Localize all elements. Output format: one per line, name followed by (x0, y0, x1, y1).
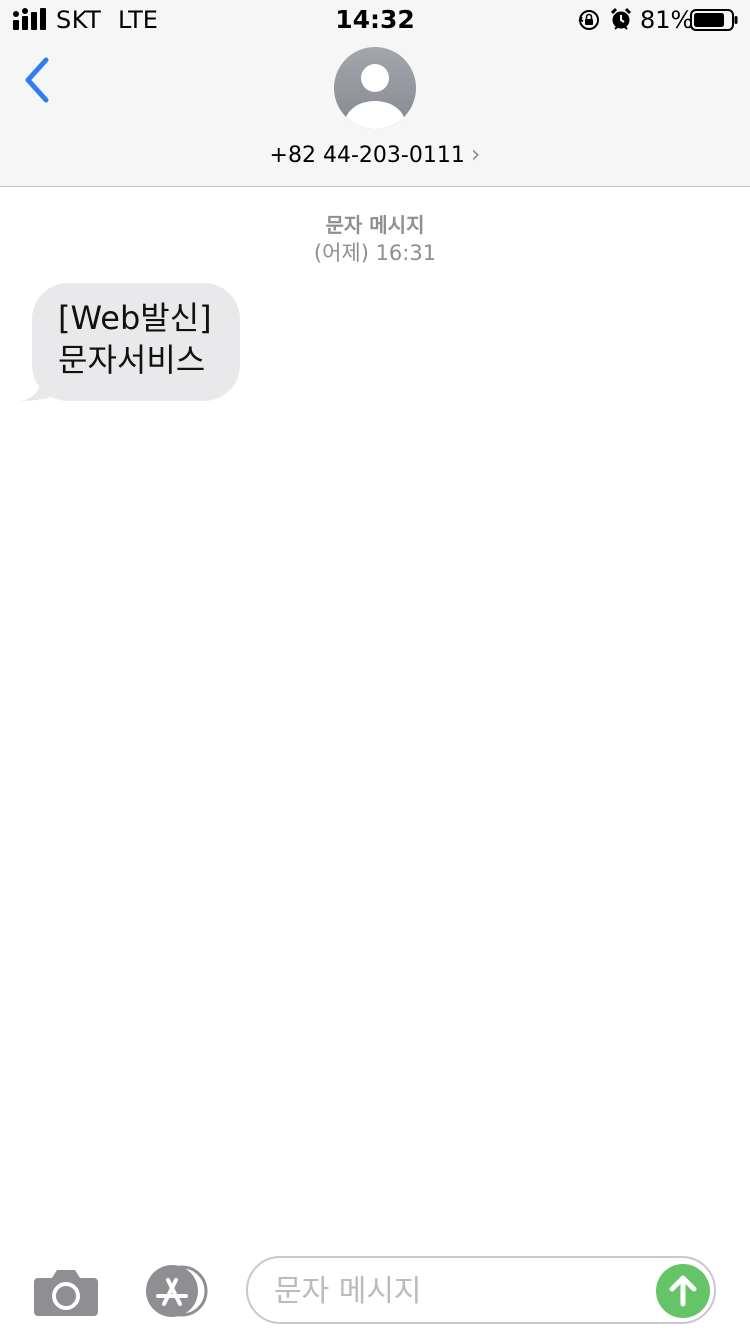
camera-icon[interactable] (34, 1266, 98, 1316)
status-time: 14:32 (335, 5, 415, 34)
rotation-lock-icon (578, 10, 599, 30)
back-chevron-icon[interactable] (18, 54, 58, 106)
battery-icon (690, 9, 738, 31)
alarm-icon (610, 7, 632, 30)
message-type-label: 문자 메시지 (325, 213, 425, 237)
send-button[interactable] (656, 1264, 710, 1318)
contact-number: +82 44-203-0111 (269, 143, 465, 168)
incoming-message-bubble[interactable]: [Web발신] 문자서비스 (32, 283, 240, 401)
status-bar: SKT LTE 14:32 81% (0, 0, 750, 40)
message-timestamp: (어제) 16:31 (313, 241, 437, 265)
avatar-person-icon (345, 64, 405, 129)
conversation-meta: 문자 메시지 (어제) 16:31 (0, 212, 750, 266)
app-store-icon[interactable] (140, 1264, 212, 1318)
contact-name[interactable]: +82 44-203-0111 › (0, 140, 750, 168)
battery-percent: 81% (640, 6, 694, 34)
send-arrow-icon (669, 1275, 697, 1307)
message-item[interactable]: [Web발신] 문자서비스 (20, 283, 240, 401)
contact-avatar[interactable] (334, 47, 416, 129)
message-input[interactable] (272, 1268, 636, 1314)
chevron-right-icon: › (470, 140, 481, 168)
message-input-field[interactable] (246, 1256, 716, 1324)
